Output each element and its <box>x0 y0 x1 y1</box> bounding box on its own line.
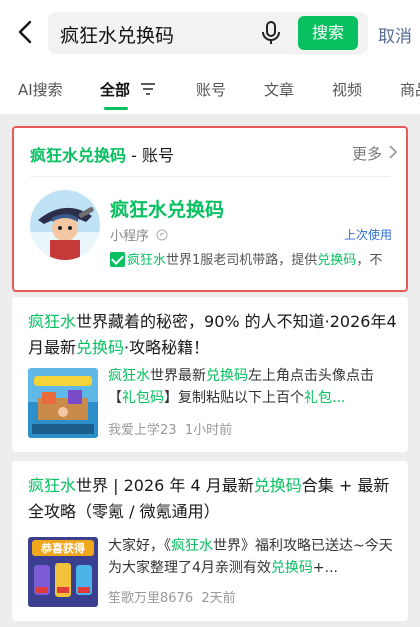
text-segment: 世界最新 <box>150 368 206 384</box>
keyword-highlight: 兑换码 <box>76 338 125 357</box>
keyword-highlight: 兑换码 <box>206 368 248 384</box>
account-section-header: 疯狂水兑换码 - 账号 <box>30 146 174 165</box>
article-snippet: 大家好，《疯狂水世界》福利攻略已送达~今天为大家整理了4月亲测有效兑换码+... <box>108 535 394 579</box>
text-segment: 大家好，《 <box>108 538 171 554</box>
article-thumbnail <box>28 368 98 438</box>
article-title[interactable]: 疯狂水世界藏着的秘密，90% 的人不知道·2026年4月最新兑换码·攻略秘籍！ <box>28 309 398 361</box>
text-segment: +... <box>312 560 339 576</box>
account-result-card[interactable]: 疯狂水兑换码 - 账号 更多 疯狂水兑换码 小程序 上次使用 疯狂水世界1服老司… <box>12 126 408 292</box>
tab-accounts[interactable]: 账号 <box>196 79 226 100</box>
mini-program-icon <box>156 229 168 241</box>
divider <box>30 176 390 177</box>
result-tabs: AI搜索 全部 账号 文章 视频 商品 <box>0 64 420 114</box>
mini-program-name[interactable]: 疯狂水兑换码 <box>110 195 224 222</box>
checkmark-icon <box>110 252 125 267</box>
article-title[interactable]: 疯狂水世界 | 2026 年 4 月最新兑换码合集 + 最新全攻略（零氪 / 微… <box>28 473 398 525</box>
last-used-label: 上次使用 <box>343 228 392 242</box>
keyword-highlight: 疯狂水 <box>28 476 77 495</box>
keyword-highlight: 疯狂水 <box>171 538 213 554</box>
article-author[interactable]: 笙歌万里8676 <box>108 591 193 606</box>
tab-all[interactable]: 全部 <box>100 79 130 100</box>
cancel-button[interactable]: 取消 <box>378 22 412 47</box>
chevron-right-icon[interactable] <box>388 145 398 159</box>
article-time: 2天前 <box>201 591 236 606</box>
text-segment: ·攻略秘籍！ <box>124 338 210 357</box>
search-button[interactable]: 搜索 <box>298 16 358 50</box>
article-result-card[interactable]: 疯狂水世界藏着的秘密，90% 的人不知道·2026年4月最新兑换码·攻略秘籍！ … <box>12 297 408 452</box>
search-input[interactable]: 疯狂水兑换码 搜索 <box>48 12 368 54</box>
mini-program-type: 小程序 <box>110 225 168 244</box>
article-time: 1小时前 <box>184 423 233 438</box>
text-segment: 世界 | 2026 年 4 月最新 <box>76 476 254 495</box>
mini-program-avatar[interactable] <box>30 190 100 260</box>
keyword-highlight: 兑换码 <box>253 476 302 495</box>
filter-icon[interactable] <box>140 82 156 96</box>
keyword-highlight: 兑换码 <box>270 560 313 576</box>
article-result-card[interactable]: 疯狂水世界 | 2026 年 4 月最新兑换码合集 + 最新全攻略（零氪 / 微… <box>12 461 408 621</box>
keyword-highlight: 疯狂水 <box>28 312 77 331</box>
back-arrow-icon[interactable] <box>12 18 40 46</box>
article-meta: 我爱上学23 1小时前 <box>108 419 232 438</box>
article-author[interactable]: 我爱上学23 <box>108 423 177 438</box>
search-query-text[interactable]: 疯狂水兑换码 <box>60 21 174 48</box>
article-snippet: 疯狂水世界最新兑换码左上角点击头像点击【礼包码】复制粘贴以下上百个礼包... <box>108 365 394 409</box>
text-segment: 】复制粘贴以下上百个 <box>164 390 304 406</box>
article-meta: 笙歌万里8676 2天前 <box>108 587 236 606</box>
search-header: 疯狂水兑换码 搜索 取消 <box>0 0 420 64</box>
tab-ai-search[interactable]: AI搜索 <box>18 79 63 100</box>
article-thumbnail: 恭喜获得 <box>28 537 98 607</box>
more-link[interactable]: 更多 <box>352 143 382 164</box>
keyword-highlight: 礼包... <box>304 390 346 406</box>
tab-articles[interactable]: 文章 <box>264 79 294 100</box>
keyword-highlight: 疯狂水 <box>108 368 150 384</box>
active-tab-indicator <box>104 107 128 110</box>
tab-products[interactable]: 商品 <box>400 79 420 100</box>
mini-program-description: 疯狂水世界1服老司机带路，提供兑换码，不 <box>110 249 394 268</box>
microphone-icon[interactable] <box>260 20 282 46</box>
tab-videos[interactable]: 视频 <box>332 79 362 100</box>
keyword-highlight: 礼包码 <box>122 390 164 406</box>
thumbnail-caption: 恭喜获得 <box>40 541 85 555</box>
